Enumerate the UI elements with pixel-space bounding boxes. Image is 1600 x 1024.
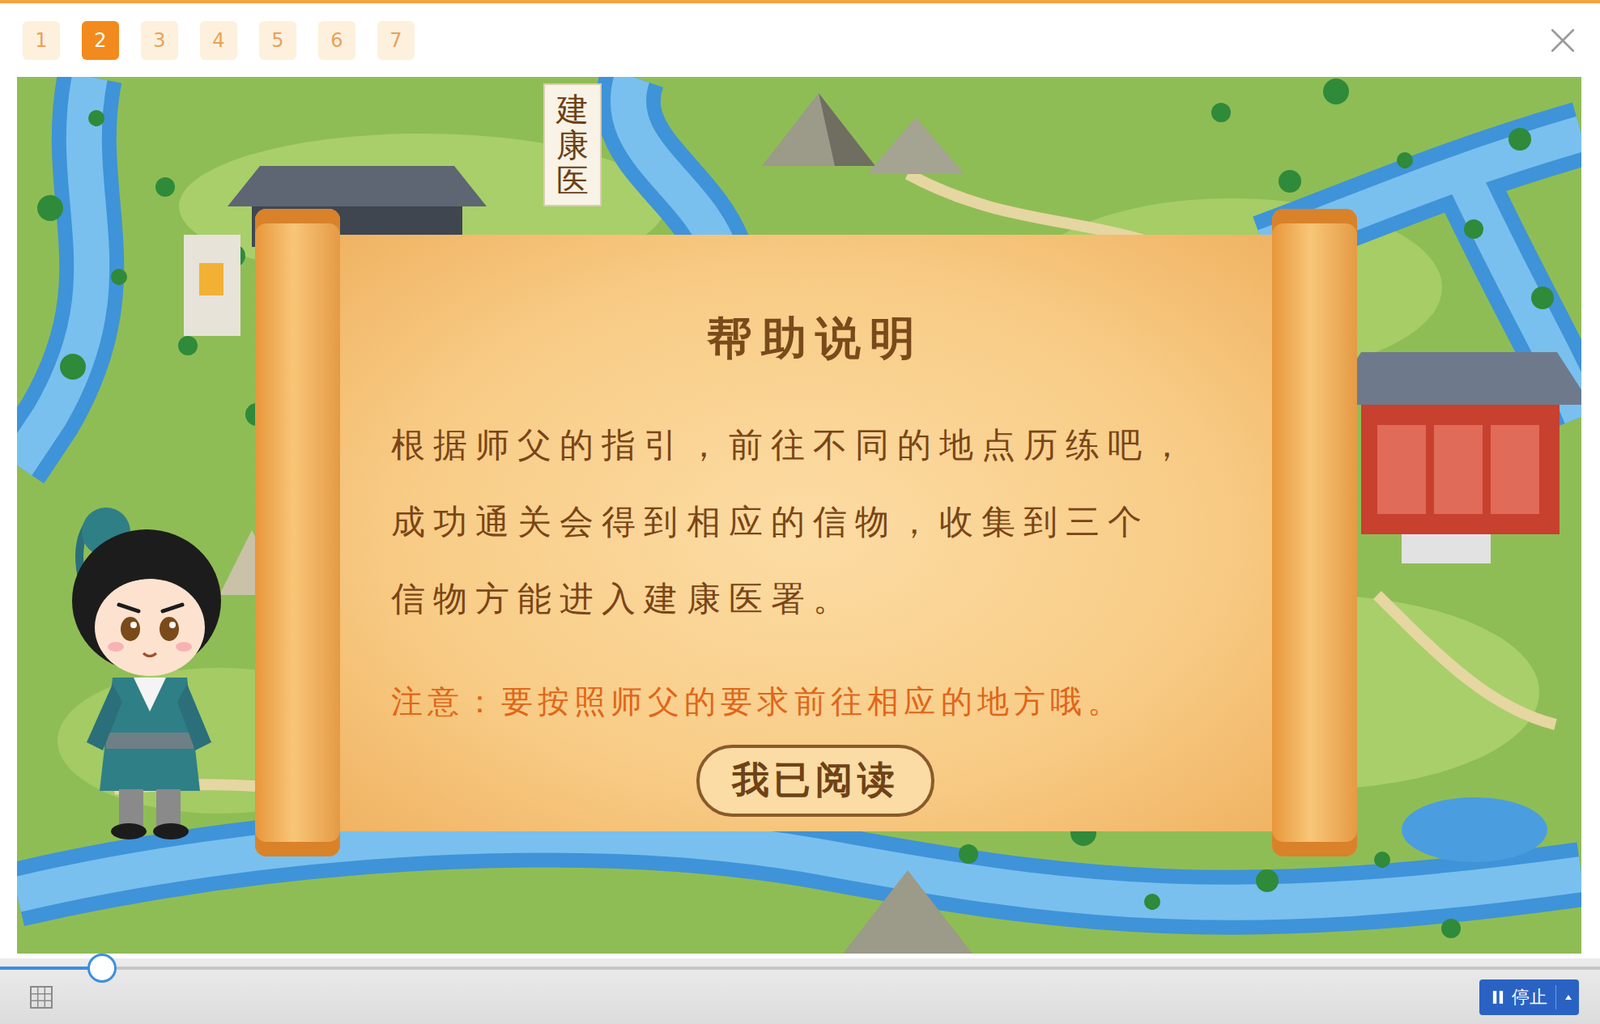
pause-icon	[1492, 990, 1504, 1005]
player-bar: 停止	[0, 958, 1600, 1024]
help-dialog: 帮助说明根据师父的指引，前往不同的地点历练吧，成功通关会得到相应的信物，收集到三…	[340, 234, 1273, 832]
page-tab[interactable]: 4	[200, 21, 238, 60]
stop-button[interactable]: 停止	[1479, 979, 1579, 1016]
body-line: 信物方能进入建康医署。	[391, 560, 1193, 638]
scroll-roller-right	[1272, 208, 1358, 857]
game-stage: 建康医帮助说明根据师父的指引，前往不同的地点历练吧，成功通关会得到相应的信物，收…	[17, 76, 1582, 954]
stage-area: 建康医帮助说明根据师父的指引，前往不同的地点历练吧，成功通关会得到相应的信物，收…	[0, 76, 1600, 954]
caret-up-icon[interactable]	[1564, 994, 1573, 1001]
body-line: 成功通关会得到相应的信物，收集到三个	[391, 483, 1193, 561]
player-controls: 停止	[0, 970, 1600, 1024]
page-tab[interactable]: 5	[259, 21, 297, 60]
page-tab[interactable]: 3	[140, 21, 179, 60]
close-icon[interactable]	[1549, 27, 1576, 54]
stop-label: 停止	[1511, 985, 1548, 1010]
page-tab[interactable]: 1	[22, 21, 60, 60]
place-sign: 建康医	[543, 83, 602, 207]
read-button[interactable]: 我已阅读	[696, 744, 935, 818]
dialog-title: 帮助说明	[706, 307, 925, 368]
dialog-note: 注意：要按照师父的要求前往相应的地方哦。	[391, 679, 1124, 725]
grid-icon[interactable]	[29, 985, 54, 1010]
help-scroll: 帮助说明根据师父的指引，前往不同的地点历练吧，成功通关会得到相应的信物，收集到三…	[255, 208, 1358, 857]
dialog-body: 根据师父的指引，前往不同的地点历练吧，成功通关会得到相应的信物，收集到三个信物方…	[391, 406, 1193, 638]
page-tab[interactable]: 6	[318, 21, 356, 60]
scroll-roller-left	[255, 208, 341, 857]
progress-knob[interactable]	[87, 953, 117, 983]
page-bar: 1234567	[0, 3, 1600, 77]
progress-slider[interactable]	[0, 966, 1600, 971]
player-window: 1234567 建康医帮助说明根据师父的指引，前往不同的地点历练吧，成功通关会得到…	[0, 0, 1600, 1024]
page-tab[interactable]: 2	[81, 21, 120, 60]
apprentice-character	[55, 499, 226, 848]
page-tab[interactable]: 7	[377, 21, 415, 60]
page-tabs: 1234567	[22, 21, 415, 60]
body-line: 根据师父的指引，前往不同的地点历练吧，	[391, 406, 1193, 484]
button-divider	[1555, 985, 1557, 1010]
